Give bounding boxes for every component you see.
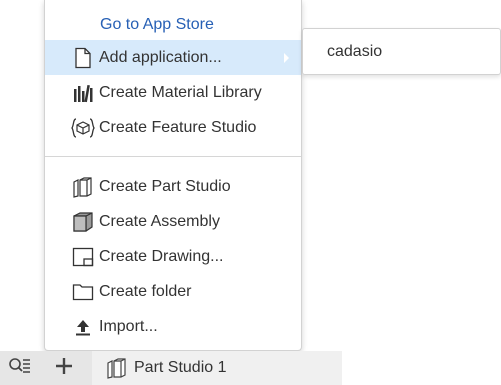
tab-part-studio-1[interactable]: Part Studio 1: [92, 351, 342, 385]
menu-divider: [45, 156, 301, 157]
create-feature-studio-item[interactable]: Create Feature Studio: [45, 110, 301, 145]
plus-icon: [54, 356, 74, 381]
filter-list-icon: [8, 356, 32, 381]
insert-menu: Go to App Store Add application... Creat…: [44, 0, 302, 351]
create-folder-item[interactable]: Create folder: [45, 274, 301, 309]
chevron-right-icon: [284, 52, 289, 63]
go-to-app-store-link[interactable]: Go to App Store: [45, 7, 301, 42]
part-studio-icon: [71, 175, 95, 199]
create-drawing-label: Create Drawing...: [99, 247, 224, 265]
create-material-library-item[interactable]: Create Material Library: [45, 75, 301, 110]
create-assembly-item[interactable]: Create Assembly: [45, 204, 301, 239]
material-library-icon: [71, 81, 95, 105]
drawing-icon: [71, 245, 95, 269]
go-to-app-store-label: Go to App Store: [100, 15, 214, 33]
create-part-studio-item[interactable]: Create Part Studio: [45, 169, 301, 204]
import-label: Import...: [99, 317, 158, 335]
submenu-item-cadasio[interactable]: cadasio: [327, 29, 382, 74]
folder-icon: [71, 280, 95, 304]
create-part-studio-label: Create Part Studio: [99, 177, 231, 195]
create-feature-studio-label: Create Feature Studio: [99, 118, 257, 136]
add-application-item[interactable]: Add application...: [45, 40, 301, 75]
create-folder-label: Create folder: [99, 282, 192, 300]
add-application-label: Add application...: [99, 48, 222, 66]
assembly-icon: [71, 210, 95, 234]
part-studio-icon: [106, 357, 130, 381]
feature-studio-icon: [71, 116, 95, 140]
document-icon: [71, 46, 95, 70]
import-item[interactable]: Import...: [45, 309, 301, 344]
add-application-submenu: cadasio: [302, 28, 501, 75]
create-material-library-label: Create Material Library: [99, 83, 262, 101]
create-drawing-item[interactable]: Create Drawing...: [45, 239, 301, 274]
tab-label: Part Studio 1: [134, 359, 227, 376]
filter-list-button[interactable]: [0, 351, 40, 385]
upload-icon: [71, 315, 95, 339]
create-assembly-label: Create Assembly: [99, 212, 220, 230]
add-tab-button[interactable]: [44, 351, 84, 385]
